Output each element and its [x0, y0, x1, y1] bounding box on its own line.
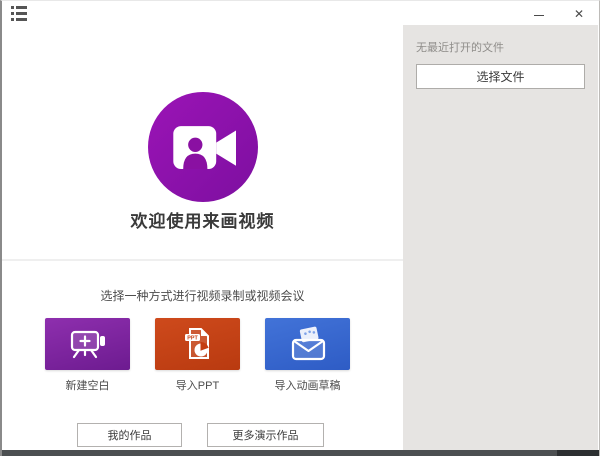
choose-file-button[interactable]: 选择文件 — [416, 64, 585, 89]
video-camera-person-icon — [148, 92, 258, 202]
new-blank-tile[interactable] — [45, 318, 130, 370]
tile-group-new-blank: 新建空白 — [45, 318, 130, 393]
tile-group-import-ppt: PPT 导入PPT — [155, 318, 240, 393]
section-divider — [2, 259, 403, 261]
close-icon: ✕ — [574, 8, 584, 20]
more-demo-works-button[interactable]: 更多演示作品 — [207, 423, 324, 447]
mode-prompt-text: 选择一种方式进行视频录制或视频会议 — [2, 287, 403, 304]
tile-label-import-ppt: 导入PPT — [176, 377, 219, 393]
list-menu-icon — [11, 6, 27, 21]
window-controls: ✕ — [519, 1, 599, 26]
titlebar: ✕ — [2, 1, 599, 26]
main-panel: 欢迎使用来画视频 选择一种方式进行视频录制或视频会议 新建空白 — [2, 26, 403, 450]
close-button[interactable]: ✕ — [559, 1, 599, 26]
welcome-title: 欢迎使用来画视频 — [2, 207, 403, 232]
tile-label-new-blank: 新建空白 — [66, 377, 110, 393]
new-blank-camera-icon — [58, 324, 118, 364]
my-works-button[interactable]: 我的作品 — [77, 423, 182, 447]
minimize-button[interactable] — [519, 1, 559, 26]
recent-files-panel: 无最近打开的文件 选择文件 — [403, 25, 598, 450]
window-bottom-corner — [557, 450, 599, 456]
no-recent-files-text: 无最近打开的文件 — [416, 39, 585, 55]
import-draft-tile[interactable] — [265, 318, 350, 370]
app-window: ✕ 欢迎使用来画视频 选择一种方式进行视频录制或视频会议 — [0, 0, 600, 456]
minimize-icon — [534, 15, 544, 16]
app-logo — [148, 92, 258, 202]
import-ppt-icon: PPT — [168, 324, 228, 364]
tile-label-import-draft: 导入动画草稿 — [275, 377, 341, 393]
mode-tiles: 新建空白 PPT 导入PPT — [45, 318, 350, 393]
svg-text:PPT: PPT — [187, 336, 198, 342]
menu-button[interactable] — [2, 1, 36, 26]
import-ppt-tile[interactable]: PPT — [155, 318, 240, 370]
window-bottom-border — [2, 450, 599, 456]
import-draft-envelope-icon — [278, 324, 338, 364]
tile-group-import-draft: 导入动画草稿 — [265, 318, 350, 393]
